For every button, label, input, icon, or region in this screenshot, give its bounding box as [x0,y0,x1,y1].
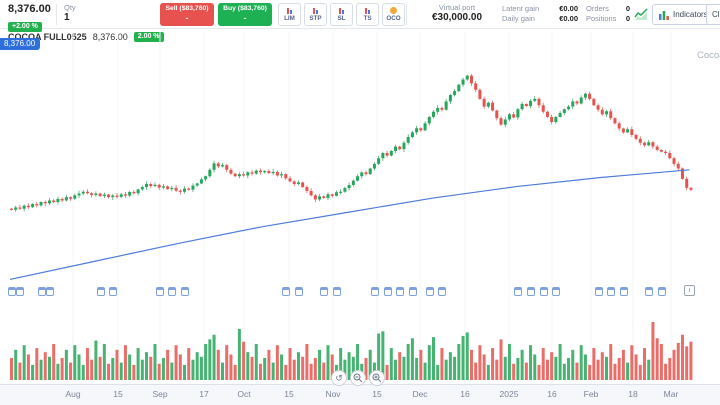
axis-tick-label: Dec [412,389,427,399]
axis-tick-label: 17 [199,389,208,399]
trading-app: 8,376.00 +2.00 % Qty 1 Sell ($83,760) - … [0,0,720,405]
axis-tick-label: Feb [584,389,599,399]
calendar-event-icon[interactable] [595,287,603,296]
calendar-event-icon[interactable] [97,287,105,296]
axis-tick-label: Nov [325,389,340,399]
axis-tick-label: 16 [460,389,469,399]
zoom-out-icon [353,373,363,383]
calendar-event-icon[interactable] [438,287,446,296]
calendar-event-icon[interactable] [109,287,117,296]
calendar-event-icon[interactable] [8,287,16,296]
axis-tick-label: 18 [628,389,637,399]
axis-tick-label: Mar [664,389,679,399]
calendar-event-icon[interactable] [620,287,628,296]
calendar-event-icon[interactable] [371,287,379,296]
calendar-event-icon[interactable] [181,287,189,296]
calendar-event-icon[interactable] [384,287,392,296]
calendar-event-icon[interactable] [514,287,522,296]
axis-tick-label: 16 [547,389,556,399]
calendar-event-icon[interactable] [396,287,404,296]
calendar-event-icon[interactable] [409,287,417,296]
calendar-event-icon[interactable] [295,287,303,296]
axis-tick-label: Oct [237,389,250,399]
candlestick-chart[interactable] [0,0,720,405]
calendar-event-icon[interactable] [16,287,24,296]
zoom-in-button[interactable] [369,370,385,386]
calendar-event-icon[interactable] [46,287,54,296]
reset-view-button[interactable]: ↺ [331,370,347,386]
calendar-event-icon[interactable] [320,287,328,296]
axis-tick-label: Sep [152,389,167,399]
chart-nav-controls: ↺ [331,370,385,386]
calendar-event-icon[interactable] [552,287,560,296]
calendar-event-icon[interactable] [658,287,666,296]
time-axis[interactable]: Aug 15 Sep 17 Oct 15 Nov 15 Dec 16 2025 16 Feb 18 Mar [0,384,720,405]
calendar-event-icon[interactable] [527,287,535,296]
axis-tick-label: 15 [284,389,293,399]
calendar-event-icon[interactable] [426,287,434,296]
calendar-event-icon[interactable] [38,287,46,296]
calendar-event-icon[interactable] [282,287,290,296]
calendar-event-icon[interactable] [645,287,653,296]
calendar-event-icon[interactable] [333,287,341,296]
event-marker-row [0,287,720,297]
axis-tick-label: Aug [65,389,80,399]
zoom-in-icon [372,373,382,383]
calendar-event-icon[interactable] [156,287,164,296]
calendar-event-icon[interactable] [607,287,615,296]
axis-tick-label: 2025 [500,389,519,399]
calendar-event-icon[interactable] [168,287,176,296]
axis-tick-label: 15 [113,389,122,399]
calendar-event-icon[interactable] [540,287,548,296]
axis-tick-label: 15 [372,389,381,399]
zoom-out-button[interactable] [350,370,366,386]
info-icon[interactable]: i [684,285,695,296]
